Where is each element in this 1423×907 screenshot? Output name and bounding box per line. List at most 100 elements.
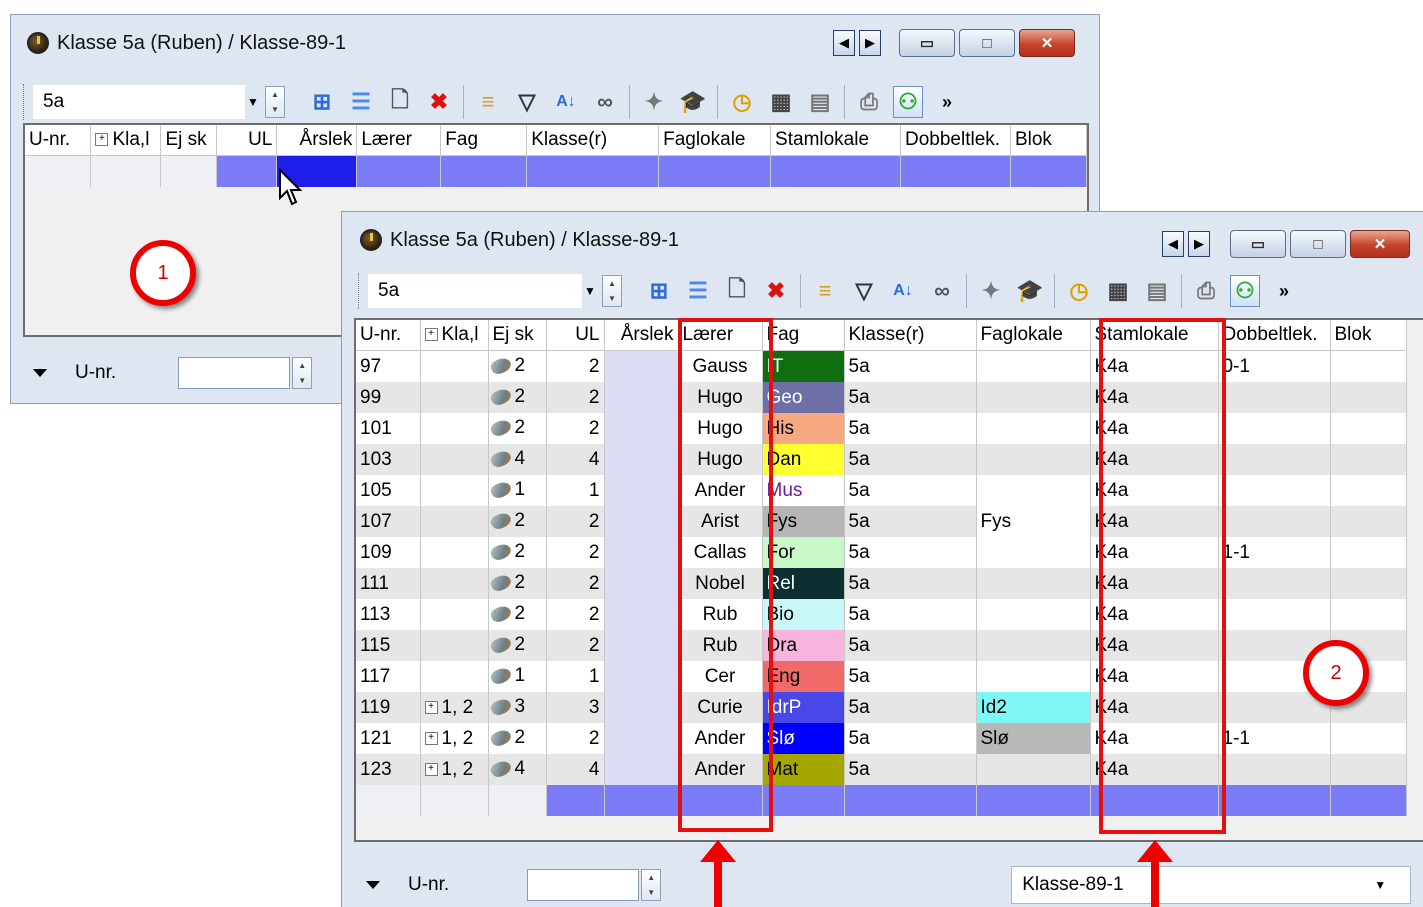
cell-dobbeltlek[interactable]	[1218, 475, 1331, 506]
cell-klasse[interactable]: 5a	[844, 599, 977, 630]
cell-arslek[interactable]	[604, 661, 679, 692]
cell-blok[interactable]	[1330, 475, 1407, 506]
table-row[interactable]: 119 +1, 2 3 3 Curie IdrP 5a Id2 K4a	[356, 692, 1407, 723]
cell-ul[interactable]: 2	[546, 537, 605, 568]
column-header[interactable]: + Kla,l	[90, 125, 162, 156]
list-icon[interactable]: ☰	[683, 275, 713, 307]
new-row[interactable]	[356, 785, 1407, 816]
cell-ejsk[interactable]: 1	[488, 475, 547, 506]
expand-icon[interactable]: +	[424, 328, 438, 342]
table-row[interactable]: 105 1 1 Ander Mus 5a K4a	[356, 475, 1407, 506]
cell-blok[interactable]	[1330, 444, 1407, 475]
cell-ul[interactable]: 4	[546, 444, 605, 475]
expand-icon[interactable]: +	[95, 133, 109, 147]
cell-dobbeltlek[interactable]	[1218, 599, 1331, 630]
chevron-down-icon[interactable]	[33, 369, 47, 377]
cell-arslek[interactable]	[604, 537, 679, 568]
cell-klasse[interactable]: 5a	[844, 382, 977, 413]
preview-icon[interactable]: ⎙	[1191, 275, 1221, 307]
cell-arslek[interactable]	[604, 413, 679, 444]
cell-ul[interactable]: 2	[546, 723, 605, 754]
table-row[interactable]: 99 2 2 Hugo Geo 5a K4a	[356, 382, 1407, 413]
cell-unr[interactable]: 117	[356, 661, 421, 692]
close-button[interactable]: ✕	[1350, 230, 1410, 258]
link-icon[interactable]: ∞	[927, 275, 957, 307]
cell-blok[interactable]	[1330, 413, 1407, 444]
column-header[interactable]: Ej sk	[488, 320, 547, 351]
cell-ul[interactable]: 1	[546, 661, 605, 692]
filter-icon[interactable]: ▽	[849, 275, 879, 307]
column-header[interactable]: Lærer	[356, 125, 442, 156]
prev-icon[interactable]: ◀	[1162, 231, 1184, 257]
cell-arslek[interactable]	[604, 568, 679, 599]
table-row[interactable]: 107 2 2 Arist Fys 5a Fys K4a	[356, 506, 1407, 537]
expand-icon[interactable]: +	[424, 700, 438, 714]
cell-fag[interactable]: His	[762, 413, 845, 444]
cell-klasse[interactable]: 5a	[844, 692, 977, 723]
cell-fag[interactable]: Rel	[762, 568, 845, 599]
clock-icon[interactable]: ◷	[727, 86, 757, 118]
cell-faglokale[interactable]: Id2	[976, 692, 1091, 723]
cell-klasse[interactable]: 5a	[844, 661, 977, 692]
cell-arslek[interactable]	[604, 382, 679, 413]
column-header[interactable]: UL	[546, 320, 605, 351]
graduation-cap-icon[interactable]: 🎓	[1015, 275, 1045, 307]
column-header[interactable]: U-nr.	[25, 125, 92, 156]
cell-ul[interactable]: 2	[546, 350, 605, 382]
cell-dobbeltlek[interactable]	[1218, 413, 1331, 444]
table-row[interactable]: 117 1 1 Cer Eng 5a K4a	[356, 661, 1407, 692]
timetable-icon[interactable]: ▤	[805, 86, 835, 118]
delete-icon[interactable]: ✖	[761, 275, 791, 307]
cell-klasse[interactable]: 5a	[844, 444, 977, 475]
cell-fag[interactable]: For	[762, 537, 845, 568]
cell-ul[interactable]: 2	[546, 630, 605, 661]
toolbar-grip[interactable]	[23, 84, 27, 120]
graduation-cap-icon[interactable]: 🎓	[678, 86, 708, 118]
maximize-button[interactable]: □	[1290, 230, 1346, 258]
cell-kla[interactable]: +1, 2	[420, 723, 489, 754]
cell-unr[interactable]: 115	[356, 630, 421, 661]
cell-ul[interactable]: 2	[546, 506, 605, 537]
cell-klasse[interactable]: 5a	[844, 537, 977, 568]
table-row[interactable]: 113 2 2 Rub Bio 5a K4a	[356, 599, 1407, 630]
cell-klasse[interactable]: 5a	[844, 754, 977, 785]
new-row-cell[interactable]	[1218, 785, 1331, 816]
chevron-down-icon[interactable]	[366, 881, 380, 889]
cell-klasse[interactable]: 5a	[844, 506, 977, 537]
cell-arslek[interactable]	[604, 599, 679, 630]
chevron-down-icon[interactable]: ▼	[245, 87, 261, 117]
cell-unr[interactable]: 119	[356, 692, 421, 723]
column-header[interactable]: Klasse(r)	[526, 125, 660, 156]
cell-dobbeltlek[interactable]	[1218, 754, 1331, 785]
toolbar-grip[interactable]	[358, 273, 362, 309]
cell-dobbeltlek[interactable]	[1218, 506, 1331, 537]
sort-icon[interactable]: ≡	[810, 275, 840, 307]
minimize-button[interactable]: ▭	[1230, 230, 1286, 258]
cell-klasse[interactable]: 5a	[844, 413, 977, 444]
cell-kla[interactable]	[420, 568, 489, 599]
more-icon[interactable]: »	[932, 86, 962, 118]
cell-ejsk[interactable]: 2	[488, 723, 547, 754]
preview-icon[interactable]: ⎙	[854, 86, 884, 118]
cell-arslek[interactable]	[604, 475, 679, 506]
new-row-cell[interactable]	[420, 785, 489, 816]
users-icon[interactable]: ⚇	[893, 86, 923, 118]
column-header[interactable]: Årslek	[276, 125, 358, 156]
cell-unr[interactable]: 123	[356, 754, 421, 785]
cell-ejsk[interactable]: 2	[488, 413, 547, 444]
column-header[interactable]: U-nr.	[356, 320, 421, 351]
calendar-icon[interactable]: ▦	[766, 86, 796, 118]
link-icon[interactable]: ∞	[590, 86, 620, 118]
cell-ejsk[interactable]: 2	[488, 630, 547, 661]
delete-icon[interactable]: ✖	[424, 86, 454, 118]
cell-unr[interactable]: 105	[356, 475, 421, 506]
cell-unr[interactable]: 99	[356, 382, 421, 413]
cell-blok[interactable]	[1330, 723, 1407, 754]
cell-kla[interactable]	[420, 475, 489, 506]
chevron-down-icon[interactable]: ▼	[1374, 878, 1386, 892]
cell-faglokale[interactable]: Slø	[976, 723, 1091, 754]
cell-blok[interactable]	[1330, 599, 1407, 630]
cell-unr[interactable]: 97	[356, 350, 421, 382]
cell-fag[interactable]: Dan	[762, 444, 845, 475]
cell-klasse[interactable]: 5a	[844, 350, 977, 382]
